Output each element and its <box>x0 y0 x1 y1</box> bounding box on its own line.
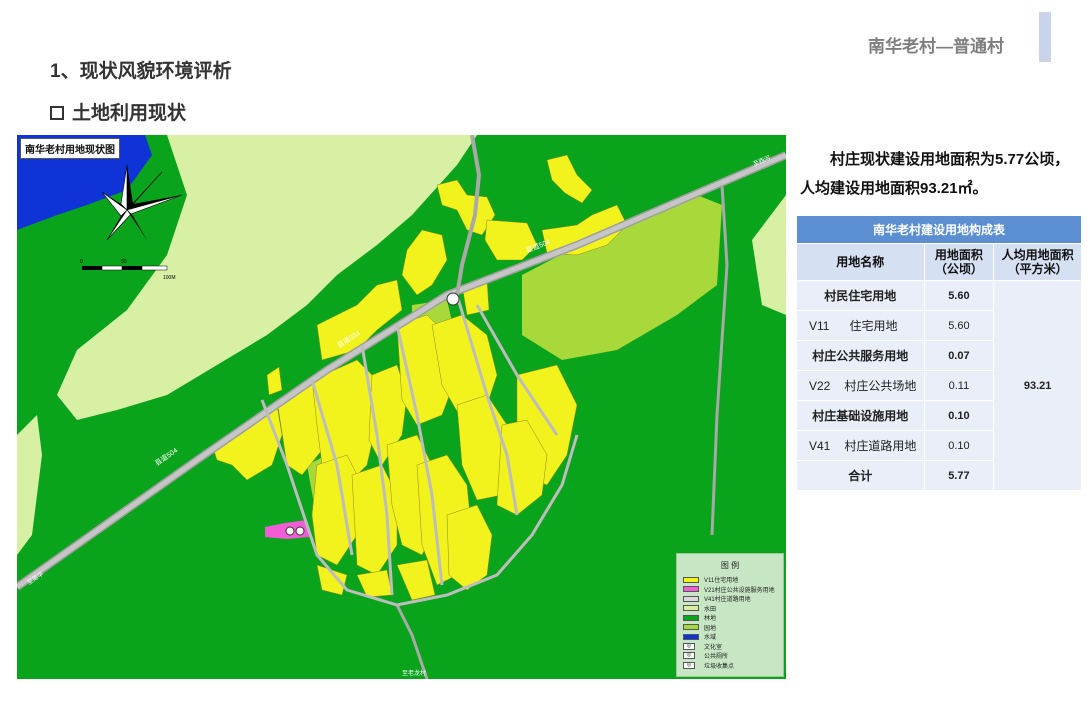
sub-title: 土地利用现状 <box>50 98 186 125</box>
table-cell-area: 5.60 <box>923 280 995 311</box>
legend-item: ◎ 垃圾收集点 <box>677 661 783 671</box>
table-cell-total-area: 5.77 <box>923 460 995 491</box>
table-cell-label: 住宅用地 <box>849 319 898 333</box>
legend-swatch <box>683 605 699 612</box>
scale-label-100: 100M <box>163 275 176 281</box>
summary-text: 村庄现状建设用地面积为5.77公顷，人均建设用地面积93.21㎡。 <box>800 151 1070 197</box>
section-title: 1、现状风貌环境评析 <box>50 61 232 82</box>
legend-item: ◎ 公共厕所 <box>677 651 783 661</box>
table-cell-label: 村庄公共场地 <box>844 379 917 393</box>
legend-item: 水域 <box>677 632 783 642</box>
table-header-name: 用地名称 <box>796 243 925 281</box>
legend-item: ◎ 文化室 <box>677 642 783 652</box>
legend-title: 图 例 <box>720 561 740 570</box>
table-cell-total-label: 合计 <box>796 460 925 491</box>
table-cell-area: 0.11 <box>923 370 995 401</box>
table-caption: 南华老村建设用地构成表 <box>796 215 1082 244</box>
scale-label-50: 50 <box>121 259 127 265</box>
map-title: 南华老村用地现状图 <box>20 138 120 159</box>
land-use-table: 南华老村建设用地构成表 用地名称 用地面积（公顷） 人均用地面积（平方米） 村民… <box>796 215 1082 491</box>
table-cell-area: 0.10 <box>923 400 995 431</box>
legend-item-label: 水域 <box>704 635 717 642</box>
toilet-icon <box>285 526 295 536</box>
table-cell-area: 0.10 <box>923 430 995 461</box>
map-canvas: N 0 50 100M 县道504 县道504 县道504 至西河 至南华 至老… <box>17 135 786 679</box>
table-cell-name: 村民住宅用地 <box>796 280 925 311</box>
land-use-map[interactable]: N 0 50 100M 县道504 县道504 县道504 至西河 至南华 至老… <box>17 135 786 679</box>
culture-icon <box>446 292 460 306</box>
legend-item-label: V11住宅用地 <box>704 578 739 585</box>
table-cell-name: V22 村庄公共场地 <box>796 370 925 401</box>
legend-item: 林地 <box>677 613 783 623</box>
table-row: 村民住宅用地 5.60 93.21 <box>796 280 1082 491</box>
table-cell-name: V11 住宅用地 <box>796 310 925 341</box>
toilet-icon: ◎ <box>683 652 695 660</box>
table-cell-code: V41 <box>809 439 831 453</box>
table-cell-per-capita: 93.21 <box>993 280 1082 491</box>
legend-swatch <box>683 614 699 621</box>
sub-title-text: 土地利用现状 <box>72 103 187 124</box>
table-cell-area: 0.07 <box>923 340 995 371</box>
garbage-icon <box>295 526 305 536</box>
table-cell-code: V22 <box>809 379 831 393</box>
legend-item: V11住宅用地 <box>677 575 783 585</box>
legend-item-label: 文化室 <box>704 644 723 651</box>
header-accent-bar <box>1039 12 1051 62</box>
table-cell-name: 村庄公共服务用地 <box>796 340 925 371</box>
table-cell-code: V11 <box>809 319 830 333</box>
legend-item: V21村庄公共设施服务用地 <box>677 585 783 595</box>
legend-item-label: V41村庄道路用地 <box>704 597 751 604</box>
table-cell-label: 村庄道路用地 <box>844 439 917 453</box>
checkbox-square-icon <box>50 106 64 120</box>
legend-item-label: 林地 <box>704 616 717 623</box>
legend-item-label: V21村庄公共设施服务用地 <box>704 587 775 594</box>
legend-swatch <box>683 633 699 640</box>
edge-label-bottom: 至老龙村 <box>402 669 426 677</box>
legend-swatch <box>683 586 699 593</box>
legend-item: V41村庄道路用地 <box>677 594 783 604</box>
legend-swatch <box>683 576 699 583</box>
legend-item-label: 水田 <box>704 606 717 613</box>
header-title: 南华老村—普通村 <box>868 37 1004 56</box>
table-cell-area: 5.60 <box>923 310 995 341</box>
table-cell-name: V41 村庄道路用地 <box>796 430 925 461</box>
culture-icon: ◎ <box>683 642 695 650</box>
legend-swatch <box>683 624 699 631</box>
legend-item: 园地 <box>677 623 783 633</box>
table-header-per-capita: 人均用地面积（平方米） <box>993 243 1082 281</box>
legend-item-label: 公共厕所 <box>704 654 729 661</box>
table-cell-name: 村庄基础设施用地 <box>796 400 925 431</box>
legend-item-label: 垃圾收集点 <box>704 663 735 670</box>
legend-swatch <box>683 595 699 602</box>
legend-item: 水田 <box>677 604 783 614</box>
table-header-area: 用地面积（公顷） <box>923 243 995 281</box>
legend-item-label: 园地 <box>704 625 717 632</box>
scale-label-0: 0 <box>80 259 83 265</box>
map-legend: 图 例 V11住宅用地 V21村庄公共设施服务用地 V41村庄道路用地 水田 林… <box>676 553 784 677</box>
garbage-icon: ◎ <box>683 661 695 669</box>
